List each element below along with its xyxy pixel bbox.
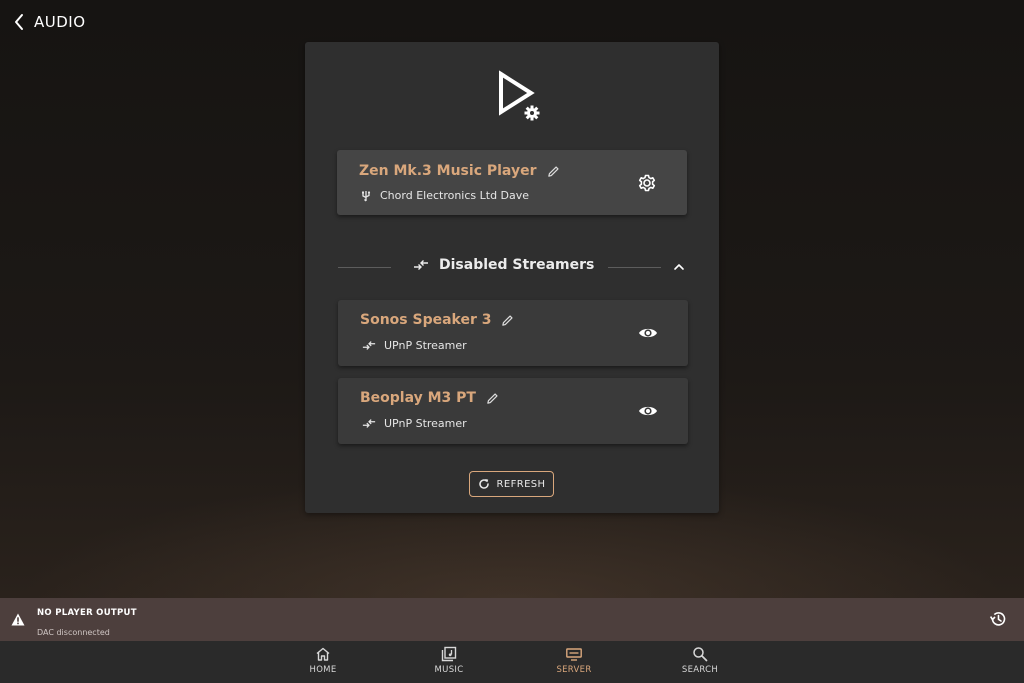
bottom-nav: HOME MUSIC SERVER SEARCH [0, 641, 1024, 683]
top-bar: AUDIO [0, 0, 300, 44]
streamer-type-row: UPnP Streamer [362, 417, 467, 430]
nav-music[interactable]: MUSIC [409, 646, 489, 680]
status-bar: NO PLAYER OUTPUT DAC disconnected [0, 598, 1024, 641]
divider-right [608, 267, 661, 268]
section-title-row: Disabled Streamers [413, 257, 594, 273]
nav-label: HOME [309, 665, 337, 675]
streamer-type: UPnP Streamer [384, 339, 467, 352]
active-player-card[interactable]: Zen Mk.3 Music Player Chord Electronics … [337, 150, 687, 215]
streamer-type: UPnP Streamer [384, 417, 467, 430]
refresh-icon [478, 479, 489, 489]
nav-label: SEARCH [681, 665, 719, 675]
search-icon [693, 647, 708, 662]
status-subtitle: DAC disconnected [37, 628, 110, 637]
page-title: AUDIO [34, 13, 86, 31]
streamer-type-row: UPnP Streamer [362, 339, 467, 352]
streamer-name: Sonos Speaker 3 [360, 312, 492, 328]
player-device-row: Chord Electronics Ltd Dave [361, 189, 529, 202]
streamer-name-row: Beoplay M3 PT [360, 390, 499, 406]
pencil-icon[interactable] [501, 314, 514, 327]
player-device: Chord Electronics Ltd Dave [380, 189, 530, 202]
player-name-row: Zen Mk.3 Music Player [359, 163, 560, 179]
history-icon[interactable] [989, 610, 1007, 628]
nav-label: MUSIC [434, 665, 464, 675]
streamer-icon [362, 341, 376, 350]
streamer-icon [414, 260, 428, 270]
pencil-icon[interactable] [547, 165, 560, 178]
nav-search[interactable]: SEARCH [660, 646, 740, 680]
chevron-left-icon [15, 14, 23, 30]
streamer-icon [362, 419, 376, 428]
pencil-icon[interactable] [486, 392, 499, 405]
warning-icon [11, 613, 25, 626]
status-title: NO PLAYER OUTPUT [37, 608, 137, 618]
app-root: AUDIO Zen Mk.3 Music Player Chord Electr… [0, 0, 1024, 683]
nav-home[interactable]: HOME [283, 646, 363, 680]
refresh-button[interactable]: REFRESH [469, 471, 554, 497]
disabled-streamers-header: Disabled Streamers [338, 256, 688, 278]
back-button[interactable] [10, 12, 28, 32]
player-name: Zen Mk.3 Music Player [359, 163, 537, 179]
refresh-label: REFRESH [496, 478, 546, 490]
nav-label: SERVER [556, 665, 592, 675]
player-settings-logo-icon [499, 70, 540, 121]
music-library-icon [441, 646, 457, 662]
nav-server[interactable]: SERVER [534, 646, 614, 680]
divider-left [338, 267, 391, 268]
chevron-up-icon[interactable] [672, 260, 686, 274]
streamer-name-row: Sonos Speaker 3 [360, 312, 514, 328]
gear-icon[interactable] [637, 173, 657, 193]
section-title: Disabled Streamers [439, 257, 595, 273]
streamer-card[interactable]: Beoplay M3 PT UPnP Streamer [338, 378, 688, 444]
server-icon [566, 648, 582, 661]
usb-icon [362, 190, 371, 201]
eye-icon[interactable] [638, 324, 658, 342]
home-icon [316, 647, 330, 661]
streamer-name: Beoplay M3 PT [360, 390, 476, 406]
streamer-card[interactable]: Sonos Speaker 3 UPnP Streamer [338, 300, 688, 366]
eye-icon[interactable] [638, 402, 658, 420]
audio-panel: Zen Mk.3 Music Player Chord Electronics … [305, 42, 719, 513]
